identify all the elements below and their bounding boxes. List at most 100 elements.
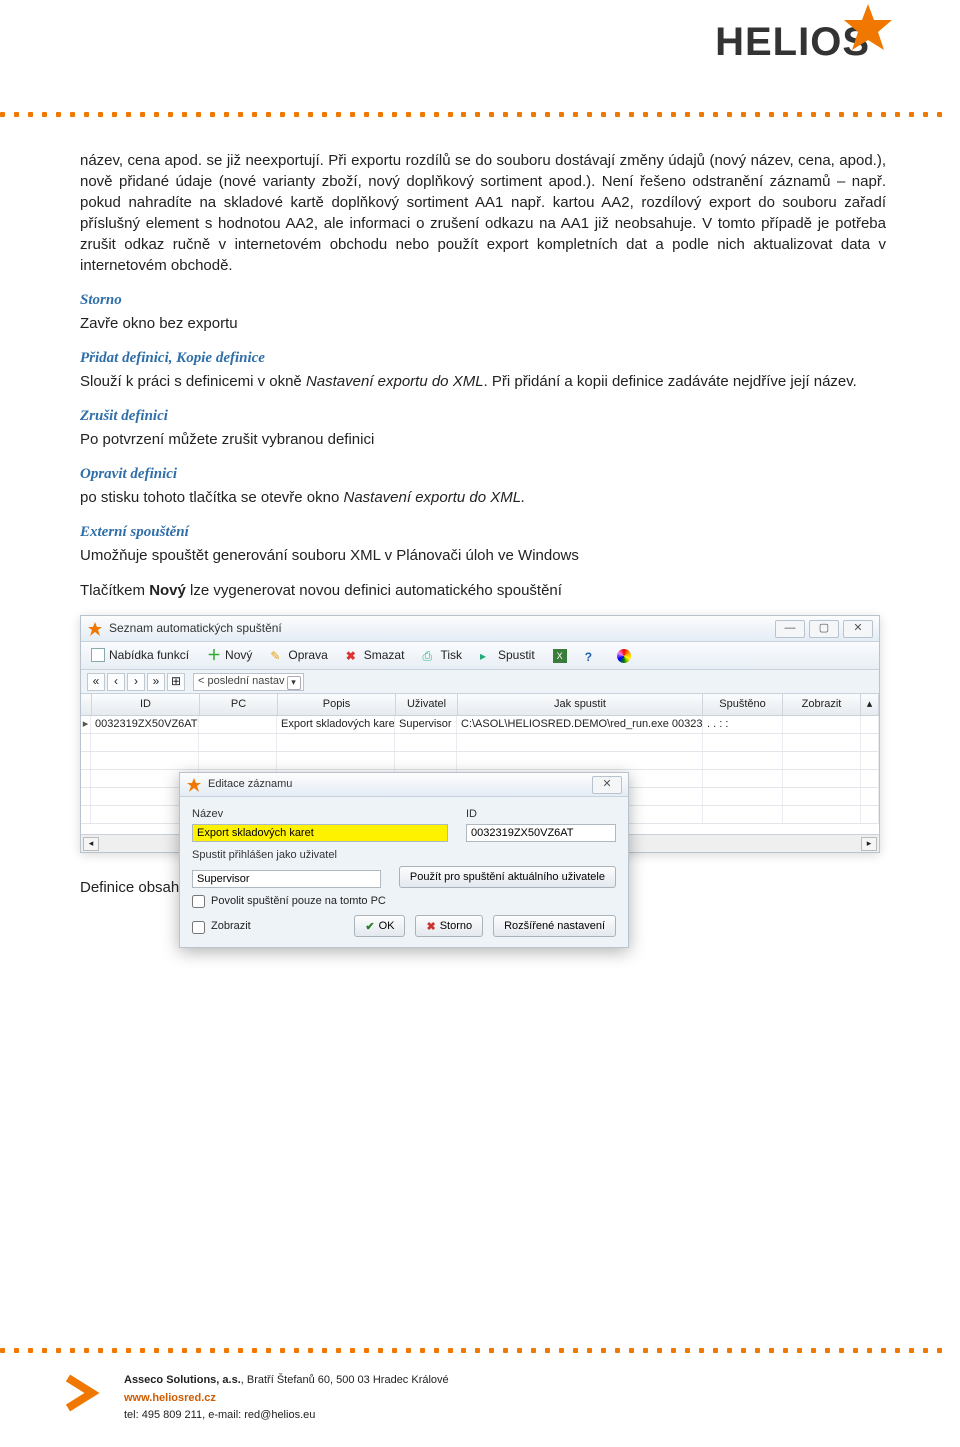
nav-first-button[interactable]: « xyxy=(87,673,105,691)
cell-uzivatel: Supervisor xyxy=(395,716,457,733)
minimize-button[interactable]: — xyxy=(775,620,805,638)
help-icon: ? xyxy=(585,649,599,663)
text-opravit: po stisku tohoto tlačítka se otevře okno… xyxy=(80,487,886,508)
text-externi: Umožňuje spouštět generování souboru XML… xyxy=(80,545,886,566)
col-uzivatel[interactable]: Uživatel xyxy=(396,694,458,715)
btn-label: Použít pro spuštění aktuálního uživatele xyxy=(410,871,605,883)
menu-icon xyxy=(91,648,105,662)
app-icon xyxy=(186,777,202,793)
palette-button[interactable] xyxy=(613,647,635,665)
cell-spusteno: . . : : xyxy=(703,716,783,733)
app-window-seznam: Seznam automatických spuštění — ▢ ✕ Nabí… xyxy=(80,615,880,853)
pencil-icon: ✎ xyxy=(270,648,284,662)
checkbox-input[interactable] xyxy=(192,895,205,908)
nav-last-button[interactable]: » xyxy=(147,673,165,691)
window-titlebar[interactable]: Seznam automatických spuštění — ▢ ✕ xyxy=(81,616,879,642)
checkbox-input[interactable] xyxy=(192,921,205,934)
dialog-close-button[interactable]: ✕ xyxy=(592,776,622,794)
nav-aux-button[interactable]: ⊞ xyxy=(167,673,185,691)
storno-button[interactable]: ✖Storno xyxy=(415,915,483,937)
novy-button[interactable]: ＋Nový xyxy=(203,645,256,666)
ok-button[interactable]: ✔ OK xyxy=(354,915,405,937)
spustit-button[interactable]: ▸ Spustit xyxy=(476,645,539,666)
nav-next-button[interactable]: › xyxy=(127,673,145,691)
dialog-titlebar[interactable]: Editace záznamu ✕ xyxy=(180,773,628,797)
text-pridat: Slouží k práci s definicemi v okně Nasta… xyxy=(80,371,886,392)
footer-link[interactable]: www.heliosred.cz xyxy=(124,1392,216,1404)
helios-star-icon xyxy=(838,0,898,60)
col-spusteno[interactable]: Spuštěno xyxy=(703,694,783,715)
footer-company: Asseco Solutions, a.s. xyxy=(124,1374,241,1386)
maximize-button[interactable]: ▢ xyxy=(809,620,839,638)
col-pc[interactable]: PC xyxy=(200,694,278,715)
checkbox-povolit-pc[interactable]: Povolit spuštění pouze na tomto PC xyxy=(192,894,616,909)
intro-paragraph: název, cena apod. se již neexportují. Př… xyxy=(80,150,886,276)
input-nazev[interactable] xyxy=(192,824,448,842)
cell-pc xyxy=(199,716,277,733)
text-storno: Zavře okno bez exportu xyxy=(80,313,886,334)
cell-id: 0032319ZX50VZ6AT xyxy=(91,716,199,733)
scroll-left-button[interactable]: ◂ xyxy=(83,837,99,851)
checkbox-label: Zobrazit xyxy=(211,919,251,934)
cell-jak: C:\ASOL\HELIOSRED.DEMO\red_run.exe 00323… xyxy=(457,716,703,733)
row-indicator: ▸ xyxy=(81,716,91,733)
text-span: po stisku tohoto tlačítka se otevře okno xyxy=(80,489,343,506)
oprava-button[interactable]: ✎ Oprava xyxy=(266,645,331,666)
dialog-editace-zaznamu: Editace záznamu ✕ Název ID xyxy=(179,772,629,948)
close-button[interactable]: ✕ xyxy=(843,620,873,638)
pouzit-uzivatele-button[interactable]: Použít pro spuštění aktuálního uživatele xyxy=(399,866,616,888)
heading-storno: Storno xyxy=(80,290,886,311)
btn-label: Rozšířené nastavení xyxy=(504,920,605,932)
col-scroll-v: ▴ xyxy=(861,694,879,715)
col-id[interactable]: ID xyxy=(92,694,200,715)
text-span: . Při přidání a kopii definice zadáváte … xyxy=(484,373,857,390)
table-row[interactable]: ▸ 0032319ZX50VZ6AT Export skladových kar… xyxy=(81,716,879,734)
window-title: Seznam automatických spuštění xyxy=(109,620,775,637)
table-row[interactable] xyxy=(81,734,879,752)
main-toolbar: Nabídka funkcí ＋Nový ✎ Oprava ✖Smazat ⎙Ti… xyxy=(81,642,879,670)
input-spustit-jako[interactable] xyxy=(192,870,381,888)
label-nazev: Název xyxy=(192,807,448,822)
label-spustit-jako: Spustit přihlášen jako uživatel xyxy=(192,849,337,861)
input-id[interactable] xyxy=(466,824,616,842)
play-icon: ▸ xyxy=(480,648,494,662)
separator-dots-bottom xyxy=(0,1346,960,1354)
text-italic: Nastavení exportu do XML. xyxy=(343,489,525,506)
page-footer: Asseco Solutions, a.s., Bratří Štefanů 6… xyxy=(0,1346,960,1447)
check-icon: ✔ xyxy=(365,920,374,933)
footer-contact: tel: 495 809 211, e-mail: red@helios.eu xyxy=(124,1407,449,1425)
col-zobrazit[interactable]: Zobrazit xyxy=(783,694,861,715)
window-controls: — ▢ ✕ xyxy=(775,620,873,638)
text-span: Slouží k práci s definicemi v okně xyxy=(80,373,306,390)
footer-address: , Bratří Štefanů 60, 500 03 Hradec Králo… xyxy=(241,1374,449,1386)
nav-prev-button[interactable]: ‹ xyxy=(107,673,125,691)
nabidka-funkci-button[interactable]: Nabídka funkcí xyxy=(87,645,193,666)
table-row[interactable] xyxy=(81,752,879,770)
btn-label: Oprava xyxy=(288,647,327,664)
page-header: HELIOS xyxy=(0,0,960,110)
scroll-right-button[interactable]: ▸ xyxy=(861,837,877,851)
heading-opravit: Opravit definici xyxy=(80,464,886,485)
col-jak[interactable]: Jak spustit xyxy=(458,694,703,715)
filter-combo[interactable]: < poslední nastav ▾ xyxy=(193,673,304,691)
text-italic: Nastavení exportu do XML xyxy=(306,373,484,390)
chevron-down-icon: ▾ xyxy=(287,676,301,690)
btn-label: Tisk xyxy=(440,647,462,664)
checkbox-zobrazit[interactable]: Zobrazit xyxy=(192,919,251,934)
palette-icon xyxy=(617,649,631,663)
text-span: Tlačítkem xyxy=(80,582,149,599)
footer-text: Asseco Solutions, a.s., Bratří Štefanů 6… xyxy=(124,1372,449,1425)
rozsirene-button[interactable]: Rozšířené nastavení xyxy=(493,915,616,937)
col-selector[interactable] xyxy=(81,694,92,715)
smazat-button[interactable]: ✖Smazat xyxy=(342,645,409,666)
help-button[interactable]: ? xyxy=(581,647,603,665)
btn-label: Spustit xyxy=(498,647,535,664)
excel-button[interactable]: X xyxy=(549,647,571,665)
cell-zobrazit xyxy=(783,716,861,733)
btn-label: OK xyxy=(379,920,395,932)
dialog-body: Název ID Spustit přihlášen jako uživatel… xyxy=(180,797,628,947)
app-icon xyxy=(87,621,103,637)
tisk-button[interactable]: ⎙Tisk xyxy=(418,645,466,666)
col-popis[interactable]: Popis xyxy=(278,694,396,715)
btn-label: Nabídka funkcí xyxy=(109,647,189,664)
